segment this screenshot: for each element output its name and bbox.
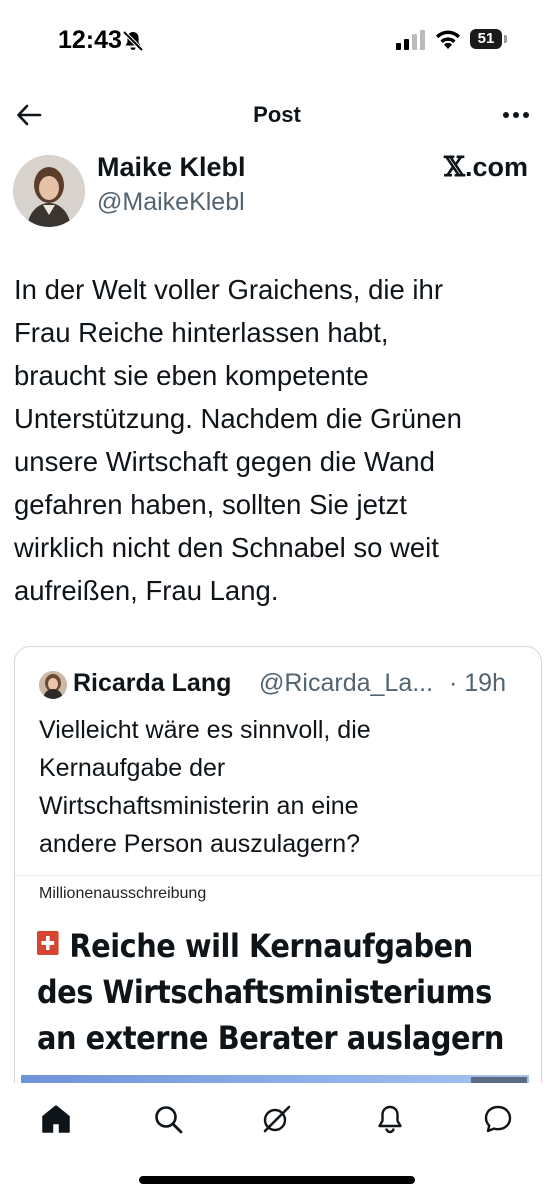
search-icon[interactable] bbox=[152, 1103, 184, 1135]
grok-icon[interactable] bbox=[260, 1103, 292, 1135]
article-headline-line: des Wirtschaftsministeriums bbox=[37, 973, 492, 1011]
quoted-avatar-image bbox=[39, 671, 67, 699]
quoted-text-line: Wirtschaftsministerin an eine bbox=[39, 792, 359, 820]
quoted-text-line: Kernaufgabe der bbox=[39, 754, 226, 782]
wifi-icon bbox=[436, 30, 460, 49]
battery-cap bbox=[504, 35, 507, 43]
post-text-line: gefahren haben, sollten Sie jetzt bbox=[14, 489, 407, 520]
post-text-line: Unterstützung. Nachdem die Grünen bbox=[14, 403, 462, 434]
signal-icon bbox=[396, 30, 425, 50]
author-handle[interactable]: @MaikeKlebl bbox=[97, 188, 245, 217]
post-text-line: wirklich nicht den Schnabel so weit bbox=[14, 532, 439, 563]
article-headline-line: Reiche will Kernaufgaben bbox=[37, 923, 523, 969]
post-text-line: aufreißen, Frau Lang. bbox=[14, 575, 279, 606]
bell-muted-icon bbox=[122, 30, 144, 52]
more-options-icon[interactable] bbox=[502, 104, 530, 126]
article-headline-line: an externe Berater auslagern bbox=[37, 1019, 504, 1057]
quoted-text-line: andere Person auszulagern? bbox=[39, 830, 361, 858]
post-text-line: braucht sie eben kompetente bbox=[14, 360, 369, 391]
article-divider bbox=[15, 875, 541, 876]
quoted-text-line: Vielleicht wäre es sinnvoll, die bbox=[39, 716, 371, 744]
avatar-image bbox=[13, 155, 85, 227]
page-title: Post bbox=[253, 102, 301, 127]
post-text-line: unsere Wirtschaft gegen die Wand bbox=[14, 446, 435, 477]
plus-badge-icon bbox=[37, 931, 59, 955]
status-bar: 12:43 51 bbox=[0, 0, 554, 84]
quoted-author-handle: @Ricarda_La... bbox=[259, 669, 434, 697]
quoted-avatar bbox=[39, 671, 67, 699]
article-kicker: Millionenausschreibung bbox=[39, 885, 207, 902]
x-logo-icon: 𝕏 bbox=[444, 152, 465, 183]
post-header: Post bbox=[0, 90, 554, 142]
avatar[interactable] bbox=[13, 155, 85, 227]
notifications-icon[interactable] bbox=[374, 1103, 406, 1135]
x-com-link[interactable]: 𝕏.com bbox=[444, 152, 528, 183]
post-text: In der Welt voller Graichens, die ihr Fr… bbox=[14, 268, 544, 612]
x-com-label: .com bbox=[464, 152, 528, 182]
author-name[interactable]: Maike Klebl bbox=[97, 152, 246, 183]
article-headline: Reiche will Kernaufgaben des Wirtschafts… bbox=[37, 923, 523, 1061]
post-text-line: Frau Reiche hinterlassen habt, bbox=[14, 317, 389, 348]
quoted-author-name: Ricarda Lang bbox=[73, 669, 232, 697]
quoted-post-text: Vielleicht wäre es sinnvoll, die Kernauf… bbox=[39, 711, 519, 863]
battery-level: 51 bbox=[477, 30, 495, 47]
home-indicator[interactable] bbox=[139, 1176, 415, 1184]
quoted-post-card[interactable]: Ricarda Lang @Ricarda_La... · 19h Vielle… bbox=[14, 646, 542, 1118]
article-headline-text: Reiche will Kernaufgaben bbox=[69, 927, 473, 965]
messages-icon[interactable] bbox=[482, 1103, 514, 1135]
quoted-post-time: · 19h bbox=[449, 669, 506, 697]
post-text-line: In der Welt voller Graichens, die ihr bbox=[14, 274, 443, 305]
status-time: 12:43 bbox=[58, 26, 122, 54]
battery-icon: 51 bbox=[470, 29, 510, 51]
home-icon[interactable] bbox=[40, 1103, 72, 1135]
